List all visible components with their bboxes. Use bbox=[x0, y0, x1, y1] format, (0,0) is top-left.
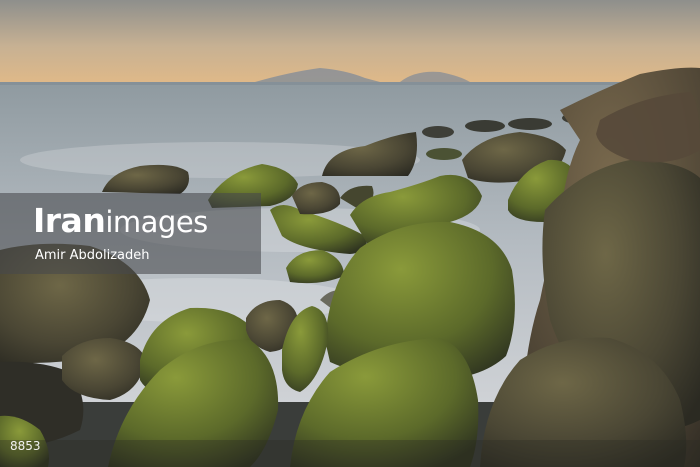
photo-scene: Iranimages Amir Abdolizadeh 8853 bbox=[0, 0, 700, 467]
watermark-brand-part1: Iran bbox=[33, 201, 106, 240]
watermark-brand: Iranimages bbox=[33, 201, 208, 242]
watermark-brand-part2: images bbox=[105, 205, 208, 239]
photo-id: 8853 bbox=[10, 439, 41, 453]
watermark-author: Amir Abdolizadeh bbox=[35, 248, 150, 263]
